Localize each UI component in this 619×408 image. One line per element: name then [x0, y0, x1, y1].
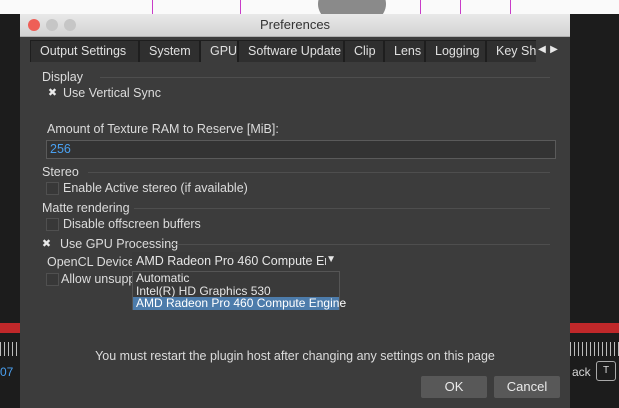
active-stereo-checkbox[interactable] [46, 182, 59, 195]
tab-clip[interactable]: Clip [344, 40, 384, 62]
tab-scroll-controls: ◀ ▶ [536, 40, 560, 62]
stereo-heading: Stereo [42, 165, 79, 179]
opencl-device-select[interactable]: AMD Radeon Pro 460 Compute Engin ▼ [132, 252, 340, 271]
active-stereo-label: Enable Active stereo (if available) [63, 181, 248, 195]
opencl-device-selected-value: AMD Radeon Pro 460 Compute Engin [136, 254, 326, 268]
display-heading: Display [42, 70, 83, 84]
gpu-processing-label: Use GPU Processing [60, 237, 179, 251]
tab-system[interactable]: System [139, 40, 200, 62]
title-bar[interactable]: Preferences [20, 14, 570, 37]
window-title: Preferences [259, 17, 331, 32]
gpu-settings-panel: Display ✖ Use Vertical Sync Amount of Te… [20, 62, 570, 408]
tab-lens[interactable]: Lens [384, 40, 425, 62]
divider [88, 172, 550, 173]
gpu-processing-checkbox[interactable]: ✖ [40, 238, 53, 251]
background-text: ack [572, 365, 591, 379]
matte-rendering-heading: Matte rendering [42, 201, 130, 215]
divider [134, 208, 550, 209]
timeline-ticks [570, 342, 619, 356]
opencl-device-dropdown: Automatic Intel(R) HD Graphics 530 AMD R… [132, 271, 346, 310]
preferences-dialog: Preferences Output Settings System GPU S… [20, 14, 570, 408]
tab-bar: Output Settings System GPU Software Upda… [30, 40, 560, 62]
dropdown-option-amd-radeon-pro-460[interactable]: AMD Radeon Pro 460 Compute Engine [133, 297, 346, 310]
allow-unsupported-checkbox[interactable] [46, 273, 59, 286]
tab-software-update[interactable]: Software Update [238, 40, 344, 62]
vsync-label: Use Vertical Sync [63, 86, 161, 100]
texture-ram-input[interactable]: 256 [46, 140, 556, 159]
tab-logging[interactable]: Logging [425, 40, 486, 62]
restart-notice: You must restart the plugin host after c… [95, 349, 495, 363]
ok-button[interactable]: OK [421, 376, 487, 398]
offscreen-buffers-label: Disable offscreen buffers [63, 217, 201, 231]
timeline-red-band [0, 323, 20, 333]
timeline-ticks [0, 342, 20, 356]
timeline-red-band [570, 323, 619, 333]
tab-scroll-right-icon[interactable]: ▶ [549, 44, 559, 55]
divider [100, 77, 550, 78]
divider [172, 244, 550, 245]
texture-ram-label: Amount of Texture RAM to Reserve [MiB]: [47, 122, 279, 136]
cancel-button[interactable]: Cancel [494, 376, 560, 398]
tab-gpu[interactable]: GPU [200, 40, 238, 62]
background-canvas [0, 0, 619, 14]
offscreen-buffers-checkbox[interactable] [46, 218, 59, 231]
chevron-down-icon: ▼ [326, 254, 336, 265]
tab-scroll-left-icon[interactable]: ◀ [537, 44, 547, 55]
timeline-frame-number: 07 [0, 365, 14, 379]
vsync-checkbox[interactable]: ✖ [46, 87, 59, 100]
opencl-device-label: OpenCL Device [47, 255, 135, 269]
t-icon[interactable]: T [596, 361, 616, 381]
tab-output-settings[interactable]: Output Settings [30, 40, 139, 62]
allow-unsupported-label: Allow unsuppo [61, 272, 143, 286]
